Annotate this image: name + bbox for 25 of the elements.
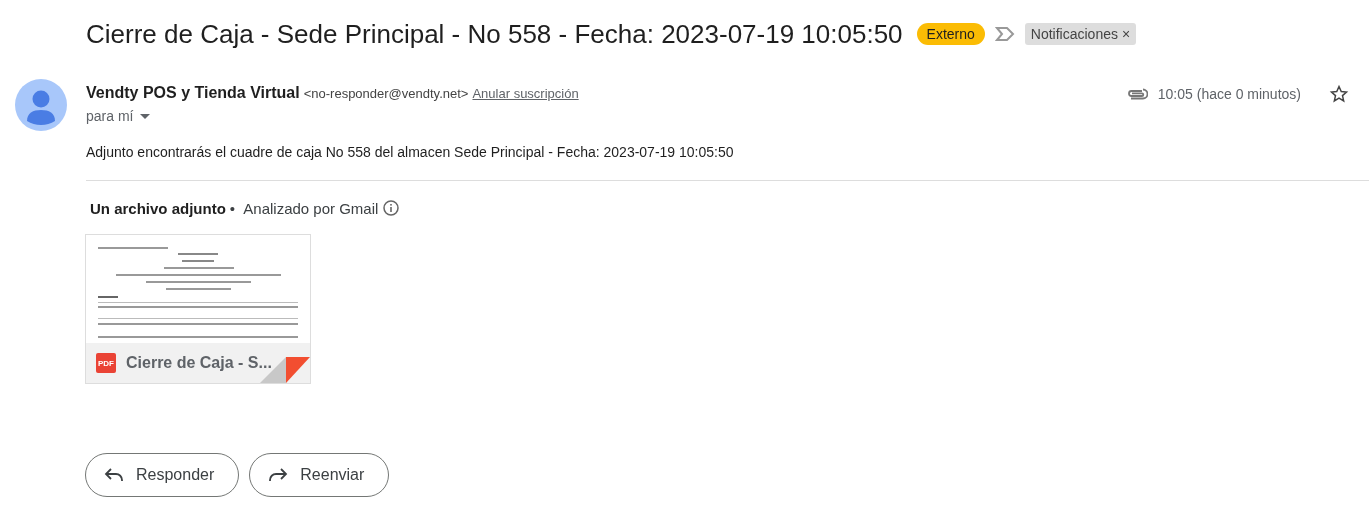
remove-label-button[interactable]: × xyxy=(1122,26,1131,42)
paperclip-icon xyxy=(1125,88,1148,100)
info-icon[interactable] xyxy=(382,199,401,217)
attachments-title: Un archivo adjunto xyxy=(90,199,226,217)
recipient-text: para mí xyxy=(86,108,134,124)
sender-email: <no-responder@vendty.net> xyxy=(303,86,469,101)
unsubscribe-link[interactable]: Anular suscripción xyxy=(472,86,579,101)
file-type-icon: PDF xyxy=(96,353,116,373)
sender-name: Vendty POS y Tienda Virtual xyxy=(86,84,300,102)
reply-button[interactable]: Responder xyxy=(85,453,240,497)
file-name: Cierre de Caja - S... xyxy=(126,354,272,372)
timestamp: 10:05 (hace 0 minutos) xyxy=(1157,86,1301,102)
reply-icon xyxy=(104,467,124,483)
attachment-card[interactable]: PDF Cierre de Caja - S... xyxy=(85,234,311,384)
importance-marker-icon[interactable] xyxy=(994,26,1015,42)
email-subject: Cierre de Caja - Sede Principal - No 558 - Fecha: 2023-07-19 10:05:50 xyxy=(86,18,903,50)
star-icon[interactable] xyxy=(1329,84,1349,104)
scan-status: Analizado por Gmail xyxy=(242,199,379,217)
external-badge: Externo xyxy=(916,23,985,45)
avatar-icon xyxy=(15,79,67,131)
label-text: Notificaciones xyxy=(1030,26,1118,42)
forward-button[interactable]: Reenviar xyxy=(249,453,390,497)
forward-icon xyxy=(268,467,289,483)
separator-dot: • xyxy=(229,199,236,217)
message-body: Adjunto encontrarás el cuadre de caja No 558 del almacen Sede Principal - Fecha: 2023-07-19 10:05:50 xyxy=(86,144,735,160)
